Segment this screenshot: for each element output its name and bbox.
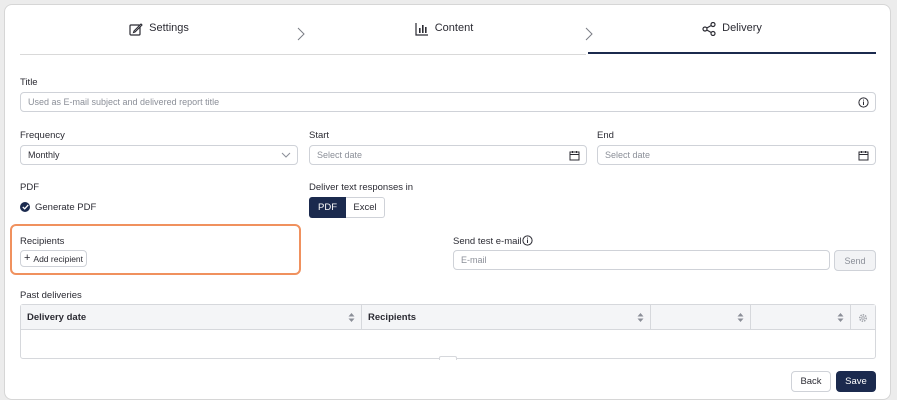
tab-delivery-label: Delivery [722, 22, 762, 34]
tab-content[interactable]: Content [305, 22, 583, 54]
sort-icon[interactable] [737, 312, 744, 323]
back-button[interactable]: Back [791, 371, 831, 392]
title-placeholder: Used as E-mail subject and delivered rep… [28, 97, 220, 107]
edit-icon [129, 23, 143, 36]
tab-delivery[interactable]: Delivery [588, 22, 876, 54]
tab-settings[interactable]: Settings [20, 22, 298, 54]
frequency-select[interactable]: Monthly [20, 145, 298, 165]
start-date-input[interactable]: Select date [309, 145, 587, 165]
column-header-recipients[interactable]: Recipients [362, 305, 651, 330]
save-button[interactable]: Save [836, 371, 876, 392]
text-responses-label: Deliver text responses in [309, 182, 414, 193]
recipients-label: Recipients [20, 236, 65, 247]
add-recipient-label: Add recipient [33, 253, 84, 264]
format-option-excel[interactable]: Excel [346, 197, 385, 218]
column-header-delivery-date[interactable]: Delivery date [21, 305, 362, 330]
column-header-3[interactable] [651, 305, 751, 330]
generate-pdf-label[interactable]: Generate PDF [35, 202, 96, 213]
test-email-label: Send test e-mail [453, 236, 522, 247]
end-date-input[interactable]: Select date [597, 145, 876, 165]
end-placeholder: Select date [605, 150, 651, 160]
sort-icon[interactable] [837, 312, 844, 323]
calendar-icon[interactable] [569, 150, 580, 161]
title-label: Title [20, 77, 38, 88]
info-icon[interactable] [522, 235, 533, 246]
title-input[interactable]: Used as E-mail subject and delivered rep… [20, 92, 876, 112]
frequency-label: Frequency [20, 130, 65, 141]
table-header: Delivery date Recipients [21, 305, 875, 330]
test-email-placeholder: E-mail [461, 255, 487, 265]
tab-divider [20, 54, 586, 55]
add-recipient-button[interactable]: + Add recipient [20, 250, 87, 267]
column-delivery-date-label: Delivery date [27, 312, 87, 323]
chevron-down-icon [281, 152, 291, 158]
end-label: End [597, 130, 614, 141]
tab-settings-label: Settings [149, 22, 189, 34]
column-header-4[interactable] [751, 305, 851, 330]
sort-icon[interactable] [637, 312, 644, 323]
table-settings[interactable] [851, 305, 875, 330]
scroll-handle[interactable] [439, 356, 457, 360]
format-option-pdf[interactable]: PDF [309, 197, 346, 218]
plus-icon: + [23, 252, 31, 264]
info-icon[interactable] [858, 97, 869, 108]
start-placeholder: Select date [317, 150, 363, 160]
calendar-icon[interactable] [858, 150, 869, 161]
tab-content-label: Content [434, 22, 474, 34]
frequency-value: Monthly [28, 150, 60, 160]
start-label: Start [309, 130, 330, 141]
bar-chart-icon [415, 23, 428, 36]
gear-icon[interactable] [858, 313, 868, 323]
chevron-right-icon [297, 27, 305, 41]
tab-active-indicator [588, 52, 876, 54]
pdf-label: PDF [20, 182, 39, 193]
send-test-button[interactable]: Send [834, 250, 876, 271]
generate-pdf-checkbox[interactable] [20, 202, 30, 212]
sort-icon[interactable] [348, 312, 355, 323]
past-deliveries-table: Delivery date Recipients [20, 304, 876, 360]
past-deliveries-label: Past deliveries [20, 290, 82, 301]
test-email-input[interactable]: E-mail [453, 250, 830, 270]
checkmark-icon [21, 204, 29, 210]
column-recipients-label: Recipients [368, 312, 417, 323]
share-icon [702, 22, 716, 36]
